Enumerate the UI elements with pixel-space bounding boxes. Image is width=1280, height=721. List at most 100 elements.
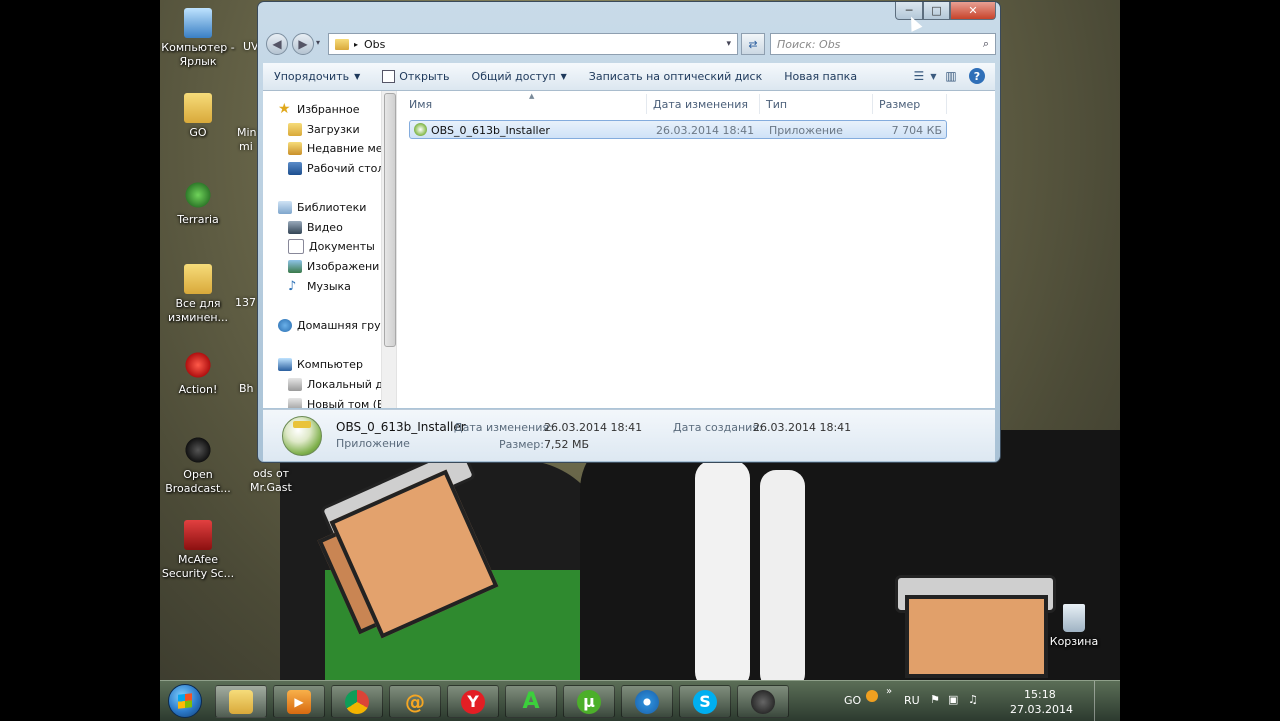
breadcrumb-obs[interactable]: Obs	[364, 38, 385, 51]
scrollbar-thumb[interactable]	[384, 93, 396, 347]
clock-time[interactable]: 15:18	[1024, 688, 1056, 701]
tray-go-label[interactable]: GO	[844, 694, 861, 707]
taskbar-obs-button[interactable]	[737, 685, 789, 718]
desktop-icon-label: Terraria	[177, 213, 219, 226]
forward-button[interactable]: ▶	[292, 33, 314, 55]
address-bar[interactable]: ▸ Obs ▾	[328, 33, 738, 55]
back-button[interactable]: ◀	[266, 33, 288, 55]
volume-icon[interactable]: ♫	[968, 693, 978, 706]
file-row-obs-installer[interactable]: OBS_0_613b_Installer 26.03.2014 18:41 Пр…	[409, 120, 947, 139]
nav-item-computer[interactable]: Компьютер	[278, 355, 363, 373]
taskbar-explorer-button[interactable]	[215, 685, 267, 718]
taskbar-media-player-button[interactable]: ▶	[273, 685, 325, 718]
address-dropdown-icon[interactable]: ▾	[726, 39, 731, 49]
nav-item-label: Библиотеки	[297, 200, 367, 214]
show-desktop-button[interactable]	[1094, 681, 1109, 721]
refresh-icon: ⇄	[748, 37, 758, 51]
share-button[interactable]: Общий доступ ▼	[461, 70, 578, 83]
desktop-icon-mcafee[interactable]: McAfee Security Sc...	[160, 520, 236, 581]
file-name: OBS_0_613b_Installer	[431, 124, 550, 137]
taskbar-utorrent-button[interactable]: µ	[563, 685, 615, 718]
minimize-icon: ─	[905, 4, 913, 17]
wallpaper-shape	[760, 470, 805, 690]
desktop-icon-computer-shortcut[interactable]: Компьютер - Ярлык	[160, 8, 236, 69]
nav-item-label: Компьютер	[297, 357, 363, 371]
search-input[interactable]: Поиск: Obs ⌕	[770, 33, 996, 55]
details-created-label: Дата создания:	[673, 421, 763, 434]
start-button[interactable]	[168, 684, 202, 718]
nav-item-libraries[interactable]: Библиотеки	[278, 198, 366, 216]
preview-pane-icon[interactable]: ▥	[941, 67, 961, 85]
yandex-icon: Y	[461, 689, 485, 714]
desktop-icon-label: Все для изминен...	[167, 297, 229, 324]
breadcrumb-chevron-icon[interactable]: ▸	[354, 40, 358, 49]
nav-item-downloads[interactable]: Загрузки	[288, 120, 360, 138]
clock-date[interactable]: 27.03.2014	[1010, 703, 1073, 716]
folder-icon	[184, 93, 212, 123]
column-header-modified[interactable]: Дата изменения	[647, 94, 760, 114]
nav-item-homegroup[interactable]: Домашняя гру	[278, 316, 381, 334]
organize-button[interactable]: Упорядочить ▼	[263, 70, 371, 83]
nav-item-favorites[interactable]: ★ Избранное	[278, 100, 359, 118]
system-tray: GO » RU ⚑ ▣ ♫ 15:18 27.03.2014	[844, 681, 1114, 721]
open-button[interactable]: Открыть	[371, 70, 460, 83]
column-header-size[interactable]: Размер	[873, 94, 947, 114]
view-options-icon[interactable]: ☰ ▼	[914, 67, 937, 85]
installer-large-icon	[282, 416, 322, 456]
show-hidden-icons-icon[interactable]: »	[886, 686, 892, 697]
nav-item-video[interactable]: Видео	[288, 218, 343, 236]
desktop-icon-label: GO	[189, 126, 207, 139]
network-icon[interactable]: ▣	[948, 693, 958, 706]
desktop-icon-partial-label: mi	[239, 140, 253, 153]
tray-app-icon[interactable]	[866, 690, 878, 702]
taskbar-mail-agent-button[interactable]: @	[389, 685, 441, 718]
nav-item-label: Документы	[309, 239, 375, 253]
taskbar-app-circles-button[interactable]	[621, 685, 673, 718]
desktop-icon-action[interactable]: Action!	[160, 350, 236, 397]
desktop-icon-all-for-changes-folder[interactable]: Все для изминен...	[160, 264, 236, 325]
navigation-pane-scrollbar[interactable]	[381, 91, 397, 408]
new-folder-button[interactable]: Новая папка	[773, 70, 868, 83]
burn-button[interactable]: Записать на оптический диск	[578, 70, 773, 83]
nav-item-label: Видео	[307, 220, 343, 234]
column-header-name[interactable]: Имя ▲	[403, 92, 647, 114]
desktop-icon-recycle-bin[interactable]: Корзина	[1036, 604, 1112, 649]
details-modified-value: 26.03.2014 18:41	[544, 421, 643, 434]
mcafee-icon	[184, 520, 212, 550]
taskbar-skype-button[interactable]: S	[679, 685, 731, 718]
nav-item-desktop[interactable]: Рабочий стол	[288, 159, 381, 177]
search-icon[interactable]: ⌕	[983, 37, 989, 51]
sort-ascending-icon: ▲	[529, 92, 535, 100]
desktop-icon-terraria[interactable]: Terraria	[160, 180, 236, 227]
nav-item-images[interactable]: Изображени	[288, 257, 379, 275]
language-indicator[interactable]: RU	[904, 694, 920, 707]
taskbar-chrome-button[interactable]	[331, 685, 383, 718]
action-center-flag-icon[interactable]: ⚑	[930, 693, 940, 706]
nav-item-recent[interactable]: Недавние мес	[288, 139, 381, 157]
column-header-type[interactable]: Тип	[760, 94, 873, 114]
circles-app-icon	[635, 689, 659, 714]
desktop-icon-label: McAfee Security Sc...	[161, 553, 235, 580]
recent-pages-chevron-icon[interactable]: ▾	[316, 38, 320, 47]
desktop-icon-go-folder[interactable]: GO	[160, 93, 236, 140]
skype-icon: S	[693, 689, 717, 714]
new-folder-label: Новая папка	[784, 70, 858, 83]
taskbar-yandex-button[interactable]: Y	[447, 685, 499, 718]
desktop-icon-partial-label: Bh	[239, 382, 254, 395]
desktop-icon-label: Open Broadcast...	[165, 468, 231, 495]
maximize-icon: □	[931, 4, 942, 17]
help-button[interactable]: ?	[967, 67, 987, 85]
maximize-button[interactable]: □	[923, 2, 950, 20]
nav-item-label: Избранное	[297, 102, 360, 116]
nav-item-label: Домашняя гру	[297, 318, 381, 332]
taskbar-app-a-button[interactable]: A	[505, 685, 557, 718]
nav-item-music[interactable]: ♪ Музыка	[288, 277, 351, 295]
refresh-button[interactable]: ⇄	[741, 33, 765, 55]
close-button[interactable]: ✕	[950, 2, 996, 20]
desktop-icon-open-broadcaster[interactable]: Open Broadcast...	[160, 435, 236, 496]
file-modified: 26.03.2014 18:41	[656, 124, 755, 137]
music-note-icon: ♪	[288, 278, 297, 294]
nav-item-local-disk[interactable]: Локальный д	[288, 375, 381, 393]
nav-item-documents[interactable]: Документы	[288, 237, 375, 255]
nav-item-new-volume[interactable]: Новый том (E	[288, 395, 381, 408]
